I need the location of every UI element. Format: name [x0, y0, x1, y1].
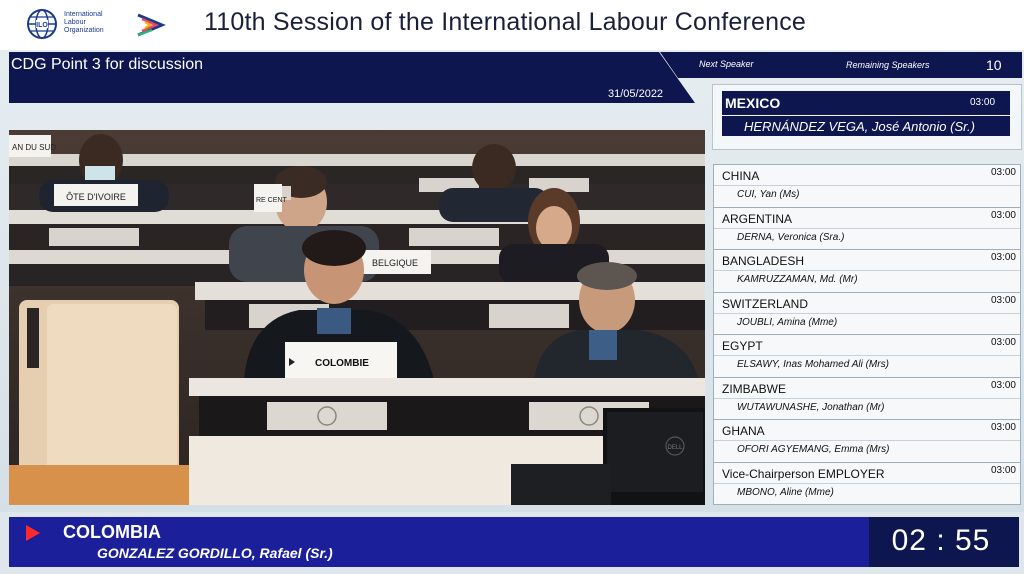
placard-cote-divoire: ÔTE D'IVOIRE — [66, 192, 126, 202]
speaker-time: 03:00 — [990, 337, 1016, 348]
next-speaker-name: HERNÁNDEZ VEGA, José Antonio (Sr.) — [744, 119, 975, 134]
current-speaker-country: COLOMBIA — [63, 522, 161, 542]
monitor-brand: DELL — [667, 445, 683, 451]
speaker-name: MBONO, Aline (Mme) — [737, 486, 834, 498]
speaker-country: Vice-Chairperson EMPLOYER — [722, 466, 885, 481]
speaker-country: BANGLADESH — [722, 254, 805, 268]
list-item: CHINA 03:00 CUI, Yan (Ms) — [714, 165, 1020, 208]
speaker-time: 03:00 — [990, 252, 1016, 263]
speaker-time: 03:00 — [990, 167, 1016, 178]
remaining-speakers-count: 10 — [986, 57, 1002, 73]
current-speaker-name: GONZALEZ GORDILLO, Rafael (Sr.) — [97, 545, 333, 561]
speakers-list: CHINA 03:00 CUI, Yan (Ms) ARGENTINA 03:0… — [713, 164, 1021, 505]
speaker-name: KAMRUZZAMAN, Md. (Mr) — [737, 274, 858, 285]
speaker-name: OFORI AGYEMANG, Emma (Mrs) — [737, 444, 890, 455]
speaker-country: SWITZERLAND — [722, 296, 809, 311]
play-icon — [26, 525, 40, 541]
speaker-country: ZIMBABWE — [722, 381, 787, 396]
list-item: Vice-Chairperson EMPLOYER 03:00 MBONO, A… — [714, 463, 1020, 506]
speaker-time: 03:00 — [990, 464, 1016, 476]
speaker-name: WUTAWUNASHE, Jonathan (Mr) — [737, 401, 885, 413]
conference-title: 110th Session of the International Labou… — [204, 8, 807, 36]
org-name: International Labour Organization — [64, 11, 104, 34]
speaker-country: EGYPT — [722, 339, 763, 353]
list-item: SWITZERLAND 03:00 JOUBLI, Amina (Mme) — [714, 293, 1020, 335]
speaker-name: CUI, Yan (Ms) — [737, 189, 800, 200]
speaker-time: 03:00 — [990, 294, 1016, 306]
placard-afrique-du-sud: AN DU SUD — [12, 143, 56, 152]
conference-chevron-logo — [137, 13, 166, 37]
speaker-country: GHANA — [722, 424, 765, 438]
placard-colombie: COLOMBIE — [315, 358, 369, 369]
speaking-timer: 02 : 55 — [891, 524, 991, 557]
next-speaker-time: 03:00 — [970, 97, 996, 108]
next-speaker-label: Next Speaker — [699, 59, 754, 69]
assembly-scene-image: ÔTE D'IVOIRE AN DU SUD RE CENT BELGIQUE … — [9, 130, 705, 505]
video-feed: ÔTE D'IVOIRE AN DU SUD RE CENT BELGIQUE … — [9, 130, 705, 505]
remaining-speakers-label: Remaining Speakers — [846, 60, 930, 70]
agenda-date: 31/05/2022 — [608, 88, 664, 100]
placard-centre: RE CENT — [256, 197, 287, 204]
speaker-country: ARGENTINA — [722, 211, 793, 226]
speaker-name: JOUBLI, Amina (Mme) — [737, 316, 838, 328]
list-item: GHANA 03:00 OFORI AGYEMANG, Emma (Mrs) — [714, 420, 1020, 463]
speaker-name: ELSAWY, Inas Mohamed Ali (Mrs) — [737, 359, 889, 370]
list-item: ARGENTINA 03:00 DERNA, Veronica (Sra.) — [714, 208, 1020, 250]
speaker-country: CHINA — [722, 169, 760, 183]
list-item: BANGLADESH 03:00 KAMRUZZAMAN, Md. (Mr) — [714, 250, 1020, 293]
speaker-time: 03:00 — [990, 209, 1016, 221]
next-speaker-country: MEXICO — [725, 95, 781, 111]
list-item: ZIMBABWE 03:00 WUTAWUNASHE, Jonathan (Mr… — [714, 378, 1020, 420]
speaker-name: DERNA, Veronica (Sra.) — [737, 231, 845, 243]
list-item: EGYPT 03:00 ELSAWY, Inas Mohamed Ali (Mr… — [714, 335, 1020, 378]
speaker-time: 03:00 — [990, 379, 1016, 391]
svg-text:ILO: ILO — [36, 22, 48, 29]
agenda-title: CDG Point 3 for discussion — [11, 56, 204, 73]
ilo-globe-logo: ILO — [27, 9, 57, 39]
speaker-time: 03:00 — [990, 422, 1016, 433]
placard-belgique: BELGIQUE — [372, 258, 418, 268]
